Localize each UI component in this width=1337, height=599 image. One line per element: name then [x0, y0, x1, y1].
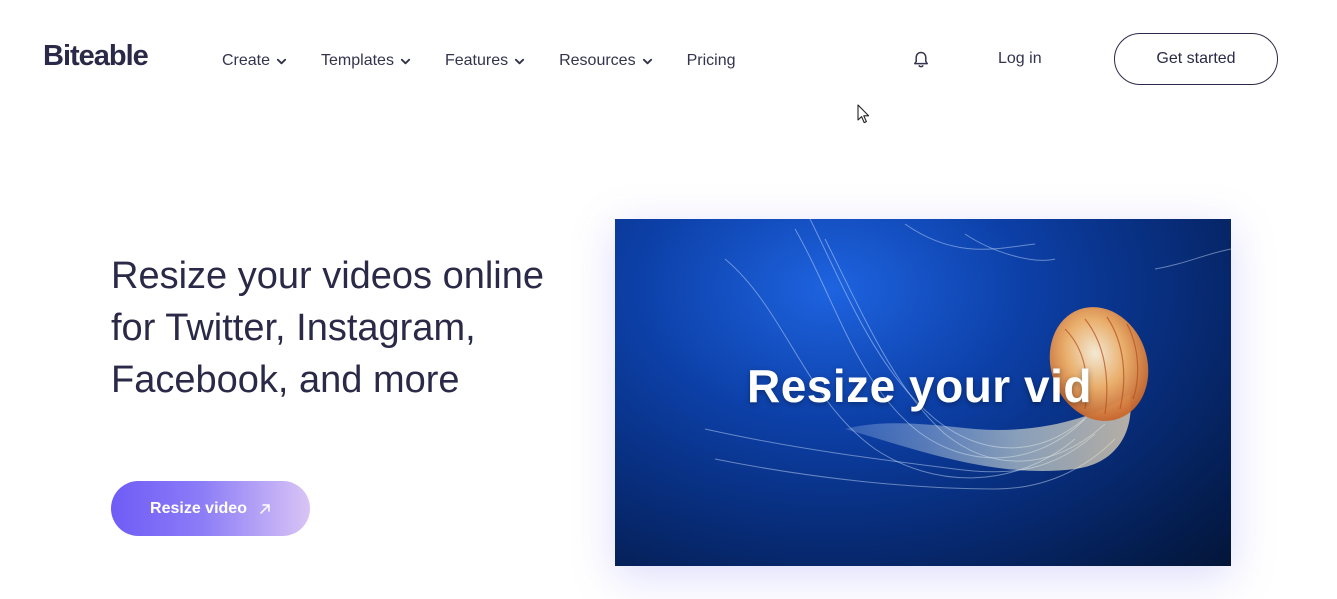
nav-item-templates[interactable]: Templates	[321, 52, 411, 70]
bell-icon[interactable]	[911, 50, 931, 70]
arrow-up-right-icon	[260, 503, 270, 514]
nav-item-label: Features	[444, 52, 509, 69]
nav-item-label: Templates	[321, 52, 394, 69]
hero-title: Resize your videos online for Twitter, I…	[111, 255, 545, 401]
nav-item-pricing[interactable]: Pricing	[687, 52, 736, 70]
nav-item-label: Pricing	[686, 52, 736, 69]
nav-item-label: Create	[222, 52, 271, 69]
nav-item-resources[interactable]: Resources	[559, 52, 652, 70]
chevron-down-icon	[642, 58, 652, 64]
nav-item-label: Resources	[559, 52, 636, 69]
get-started-button[interactable]: Get started	[1114, 33, 1278, 85]
chevron-down-icon	[400, 58, 411, 64]
chevron-down-icon	[515, 58, 525, 64]
login-link[interactable]: Log in	[998, 50, 1042, 68]
video-preview[interactable]: Resize your vid	[615, 219, 1231, 566]
biteable-logo[interactable]: Biteable	[43, 40, 149, 73]
nav-item-features[interactable]: Features	[445, 52, 525, 70]
chevron-down-icon	[276, 58, 287, 64]
mouse-cursor-icon	[857, 104, 870, 124]
page: Biteable Create Templates Features Resou…	[0, 0, 1337, 599]
resize-video-button[interactable]: Resize video	[111, 481, 310, 536]
video-overlay-text: Resize your vid	[747, 360, 1092, 412]
resize-video-label: Resize video	[150, 499, 247, 517]
main-nav: Create Templates Features Resources Pric…	[222, 50, 769, 72]
nav-item-create[interactable]: Create	[222, 52, 287, 70]
